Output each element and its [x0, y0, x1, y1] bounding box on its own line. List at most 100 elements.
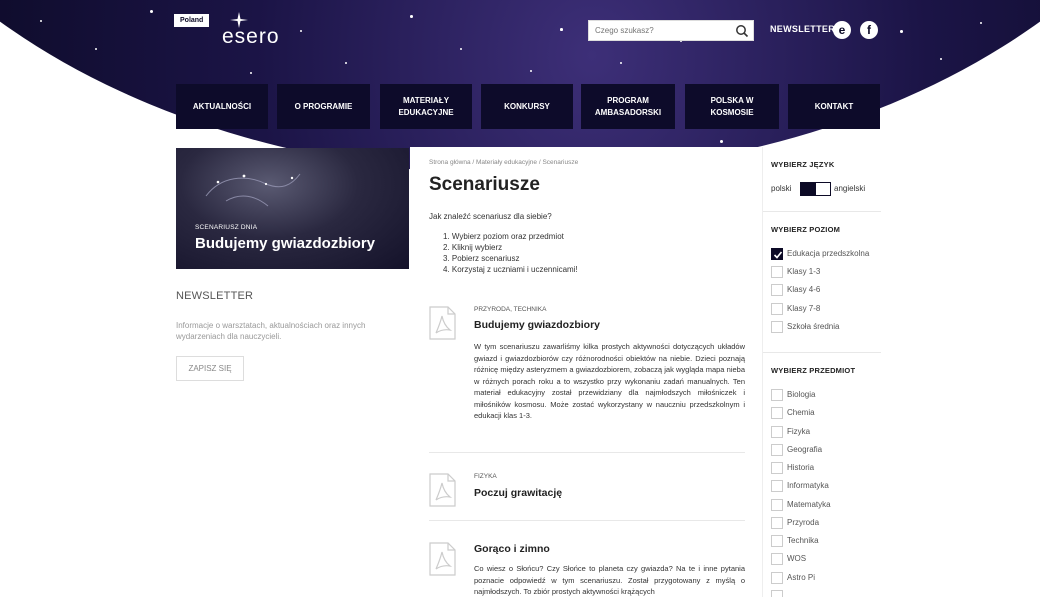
checkbox-box[interactable]: [771, 572, 783, 584]
newsletter-link[interactable]: NEWSLETTER: [770, 24, 835, 34]
search-icon[interactable]: [735, 24, 749, 38]
divider: [429, 520, 745, 521]
star-dot: [720, 140, 723, 143]
star-dot: [345, 62, 347, 64]
checkbox-box[interactable]: [771, 389, 783, 401]
toggle-knob: [801, 183, 816, 195]
star-dot: [905, 128, 908, 131]
checkbox-label: Przyroda: [787, 518, 820, 527]
checkbox-label: Informatyka: [787, 481, 829, 490]
checkbox-box[interactable]: [771, 426, 783, 438]
checkbox-box[interactable]: [771, 303, 783, 315]
checkbox-box[interactable]: [771, 535, 783, 547]
logo-country: Poland: [174, 14, 210, 27]
checkbox-box[interactable]: [771, 248, 783, 260]
checkbox-box[interactable]: [771, 590, 783, 597]
checkbox-label: Szkoła średnia: [787, 322, 840, 331]
nav-materialy-edukacyjne[interactable]: MATERIAŁY EDUKACYJNE: [380, 84, 472, 129]
checkbox-box[interactable]: [771, 266, 783, 278]
nav-polska-w-kosmosie[interactable]: POLSKA W KOSMOSIE: [685, 84, 779, 129]
scenario-title[interactable]: Poczuj grawitację: [474, 487, 562, 499]
page: Poland esero NEWSLETTER e f AKTUALNOŚCI …: [0, 0, 1040, 597]
checkbox-box[interactable]: [771, 462, 783, 474]
pdf-file-icon: [429, 306, 456, 340]
checkbox-label: Technika: [787, 536, 819, 545]
checkbox-box[interactable]: [771, 499, 783, 511]
pdf-file-icon: [429, 542, 456, 576]
checkbox-box[interactable]: [771, 284, 783, 296]
star-dot: [560, 28, 563, 31]
pdf-file-icon: [429, 473, 456, 507]
checkbox-box[interactable]: [771, 553, 783, 565]
scenario-category: PRZYRODA, TECHNIKA: [474, 306, 547, 313]
feature-caption: SCENARIUSZ DNIA Budujemy gwiazdozbiory: [195, 224, 375, 252]
page-title: Scenariusze: [429, 174, 540, 195]
nav-aktualnosci[interactable]: AKTUALNOŚCI: [176, 84, 268, 129]
esero-logo[interactable]: Poland esero: [174, 12, 279, 48]
star-dot: [860, 140, 864, 144]
checkbox-box[interactable]: [771, 407, 783, 419]
logo-text: esero: [222, 25, 280, 48]
star-dot: [410, 15, 413, 18]
facebook-icon[interactable]: f: [860, 21, 878, 39]
feature-title[interactable]: Budujemy gwiazdozbiory: [195, 235, 375, 252]
nav-konkursy[interactable]: KONKURSY: [481, 84, 573, 129]
language-english-label: angielski: [834, 184, 866, 193]
checkbox-label: Geografia: [787, 445, 823, 454]
checkbox-label: Klasy 4-6: [787, 285, 821, 294]
divider: [763, 211, 881, 212]
scenario-description: W tym scenariuszu zawarliśmy kilka prost…: [474, 342, 745, 420]
search-input[interactable]: [589, 21, 729, 40]
star-dot: [120, 110, 123, 113]
nav-kontakt[interactable]: KONTAKT: [788, 84, 880, 129]
checkbox-label: Klasy 1-3: [787, 267, 821, 276]
checkbox-box[interactable]: [771, 444, 783, 456]
main-content: Strona główna / Materiały edukacyjne / S…: [410, 147, 762, 597]
scenario-title[interactable]: Budujemy gwiazdozbiory: [474, 319, 600, 331]
scenario-title[interactable]: Gorąco i zimno: [474, 543, 550, 555]
checkbox-box[interactable]: [771, 517, 783, 529]
step-item: 3. Pobierz scenariusz: [443, 254, 520, 263]
star-dot: [900, 30, 903, 33]
nav-o-programie[interactable]: O PROGRAMIE: [277, 84, 370, 129]
checkbox-label: Klasy 7-8: [787, 304, 821, 313]
divider: [763, 352, 881, 353]
star-dot: [95, 48, 97, 50]
star-dot: [940, 58, 942, 60]
star-dot: [1010, 75, 1013, 78]
checkbox-label: Historia: [787, 463, 815, 472]
checkbox-label: Astro Pi: [787, 573, 816, 582]
step-item: 1. Wybierz poziom oraz przedmiot: [443, 232, 564, 241]
nav-program-ambasadorski[interactable]: PROGRAM AMBASADORSKI: [581, 84, 675, 129]
checkbox-label: Biologia: [787, 390, 816, 399]
checkbox-label: Matematyka: [787, 500, 831, 509]
feature-label: SCENARIUSZ DNIA: [195, 224, 258, 231]
checkbox-label: WOS: [787, 554, 807, 563]
checkbox-label: Edukacja przedszkolna: [787, 249, 870, 258]
star-dot: [960, 110, 962, 112]
language-toggle[interactable]: [800, 182, 831, 196]
featured-scenario-card[interactable]: SCENARIUSZ DNIA Budujemy gwiazdozbiory: [176, 148, 409, 269]
subscribe-button[interactable]: ZAPISZ SIĘ: [176, 356, 244, 381]
star-dot: [620, 62, 622, 64]
divider: [429, 452, 745, 453]
checkbox-label: Chemia: [787, 408, 815, 417]
scenario-category: FIZYKA: [474, 473, 497, 480]
subject-heading: WYBIERZ PRZEDMIOT: [771, 366, 856, 375]
star-dot: [150, 10, 153, 13]
newsletter-title: NEWSLETTER: [176, 290, 254, 302]
scenario-description: Co wiesz o Słońcu? Czy Słońce to planeta…: [474, 564, 745, 596]
filter-sidebar: WYBIERZ JĘZYK polski angielski WYBIERZ P…: [762, 147, 881, 597]
language-heading: WYBIERZ JĘZYK: [771, 160, 835, 169]
checkbox-box[interactable]: [771, 321, 783, 333]
checkbox-box[interactable]: [771, 480, 783, 492]
star-dot: [530, 70, 532, 72]
steps-list: 1. Wybierz poziom oraz przedmiot 2. Klik…: [443, 231, 578, 275]
intro-text: Jak znaleźć scenariusz dla siebie?: [429, 212, 552, 221]
breadcrumb[interactable]: Strona główna / Materiały edukacyjne / S…: [429, 159, 578, 166]
language-polish-label: polski: [771, 184, 792, 193]
step-item: 2. Kliknij wybierz: [443, 243, 503, 252]
esero-e-icon[interactable]: e: [833, 21, 851, 39]
star-dot: [20, 90, 22, 92]
search-box: [588, 20, 754, 41]
